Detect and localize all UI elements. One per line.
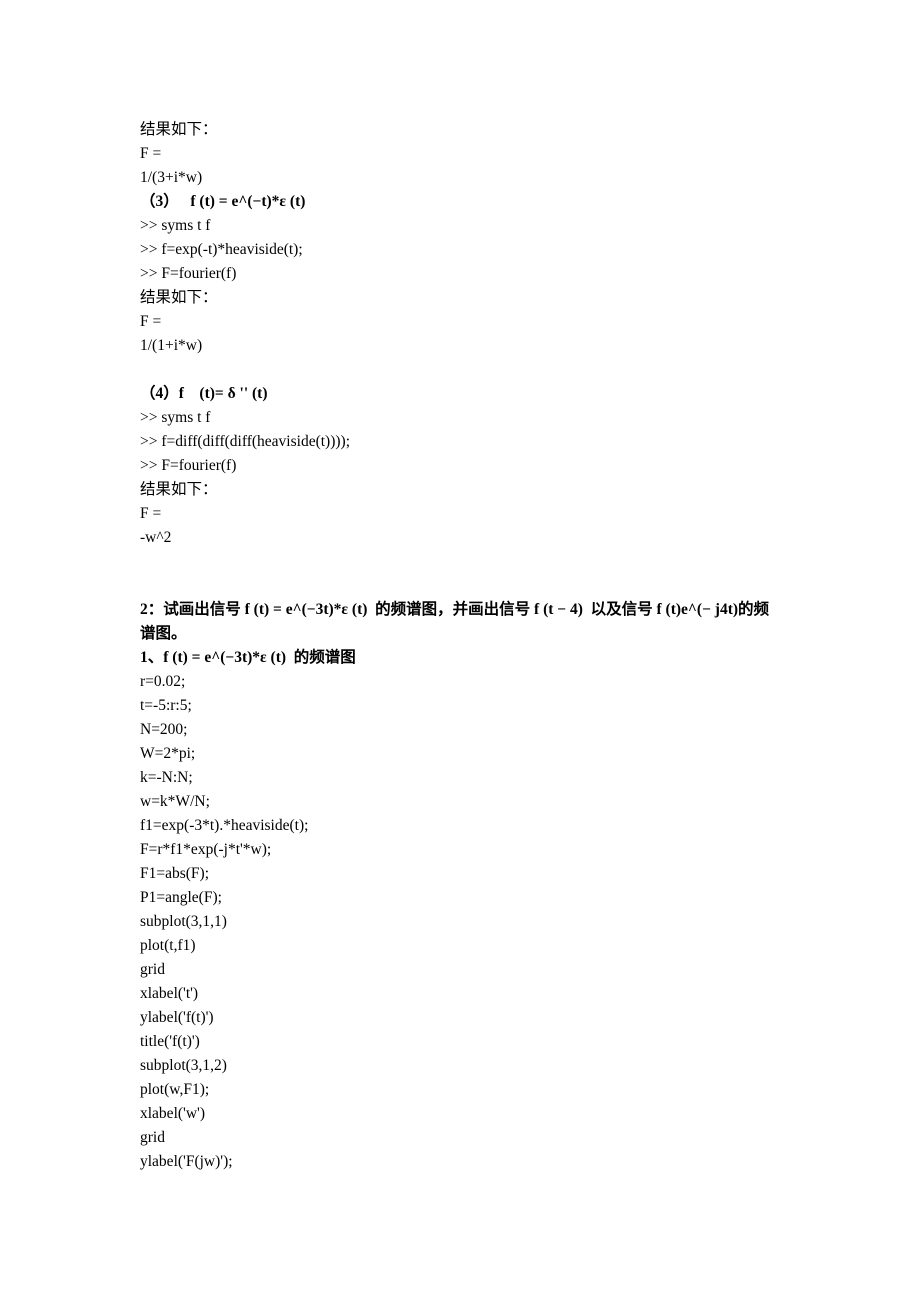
blank-line bbox=[140, 358, 780, 382]
text-line: 1/(3+i*w) bbox=[140, 166, 780, 190]
text-line: 结果如下： bbox=[140, 478, 780, 502]
heading-line: （3） f (t) = e^(−t)*ε (t) bbox=[140, 190, 780, 214]
blank-line bbox=[140, 574, 780, 598]
document-page: 结果如下： F = 1/(3+i*w) （3） f (t) = e^(−t)*ε… bbox=[0, 0, 920, 1302]
code-line: >> F=fourier(f) bbox=[140, 262, 780, 286]
code-line: P1=angle(F); bbox=[140, 886, 780, 910]
code-line: w=k*W/N; bbox=[140, 790, 780, 814]
code-line: >> F=fourier(f) bbox=[140, 454, 780, 478]
code-line: plot(t,f1) bbox=[140, 934, 780, 958]
blank-line bbox=[140, 550, 780, 574]
code-line: title('f(t)') bbox=[140, 1030, 780, 1054]
code-line: >> syms t f bbox=[140, 214, 780, 238]
heading-line: 2：试画出信号 f (t) = e^(−3t)*ε (t) 的频谱图，并画出信号… bbox=[140, 598, 780, 646]
code-line: F1=abs(F); bbox=[140, 862, 780, 886]
code-line: k=-N:N; bbox=[140, 766, 780, 790]
code-line: ylabel('f(t)') bbox=[140, 1006, 780, 1030]
text-line: F = bbox=[140, 502, 780, 526]
text-line: -w^2 bbox=[140, 526, 780, 550]
code-line: >> f=diff(diff(diff(heaviside(t)))); bbox=[140, 430, 780, 454]
heading-line: （4）f (t)= δ '' (t) bbox=[140, 382, 780, 406]
code-line: subplot(3,1,1) bbox=[140, 910, 780, 934]
text-line: 结果如下： bbox=[140, 118, 780, 142]
text-line: F = bbox=[140, 142, 780, 166]
code-line: ylabel('F(jw)'); bbox=[140, 1150, 780, 1174]
code-line: plot(w,F1); bbox=[140, 1078, 780, 1102]
code-line: grid bbox=[140, 1126, 780, 1150]
code-line: N=200; bbox=[140, 718, 780, 742]
code-line: t=-5:r:5; bbox=[140, 694, 780, 718]
heading-line: 1、f (t) = e^(−3t)*ε (t) 的频谱图 bbox=[140, 646, 780, 670]
code-line: r=0.02; bbox=[140, 670, 780, 694]
code-line: grid bbox=[140, 958, 780, 982]
text-line: 结果如下： bbox=[140, 286, 780, 310]
code-line: F=r*f1*exp(-j*t'*w); bbox=[140, 838, 780, 862]
code-line: >> f=exp(-t)*heaviside(t); bbox=[140, 238, 780, 262]
text-line: 1/(1+i*w) bbox=[140, 334, 780, 358]
text-line: F = bbox=[140, 310, 780, 334]
code-line: W=2*pi; bbox=[140, 742, 780, 766]
code-line: xlabel('t') bbox=[140, 982, 780, 1006]
code-line: subplot(3,1,2) bbox=[140, 1054, 780, 1078]
code-line: >> syms t f bbox=[140, 406, 780, 430]
code-line: xlabel('w') bbox=[140, 1102, 780, 1126]
code-line: f1=exp(-3*t).*heaviside(t); bbox=[140, 814, 780, 838]
